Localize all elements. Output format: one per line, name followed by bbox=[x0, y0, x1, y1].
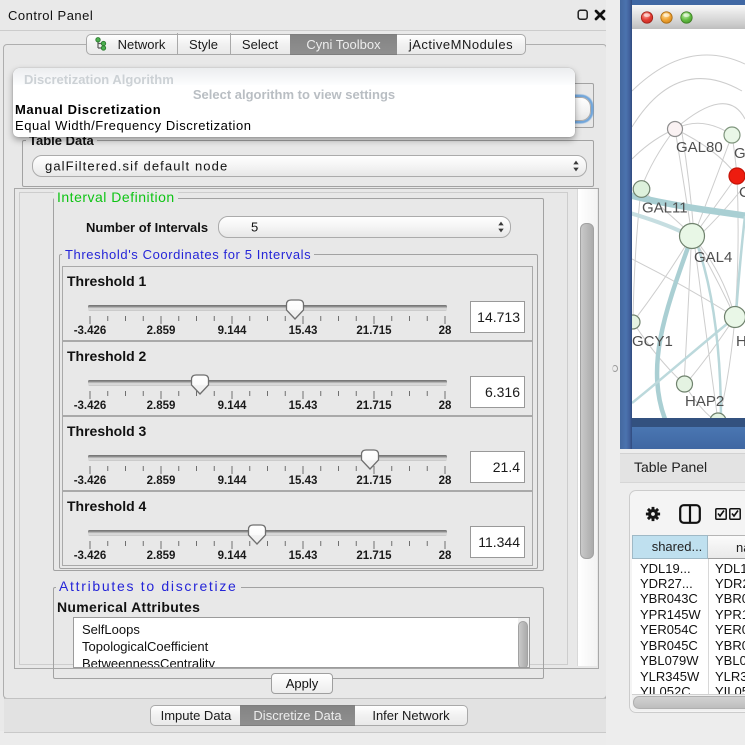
svg-text:9.144: 9.144 bbox=[218, 400, 247, 412]
svg-text:21.715: 21.715 bbox=[356, 550, 392, 562]
svg-text:GCY1: GCY1 bbox=[632, 333, 673, 350]
svg-text:15.43: 15.43 bbox=[289, 325, 318, 337]
svg-text:-3.426: -3.426 bbox=[74, 400, 107, 412]
svg-text:2.859: 2.859 bbox=[147, 550, 176, 562]
svg-text:-3.426: -3.426 bbox=[74, 475, 107, 487]
svg-text:H: H bbox=[736, 333, 745, 350]
svg-text:GA: GA bbox=[734, 145, 745, 162]
svg-text:28: 28 bbox=[439, 325, 452, 337]
svg-text:21.715: 21.715 bbox=[356, 325, 392, 337]
svg-text:GAL4: GAL4 bbox=[694, 249, 732, 266]
svg-text:2.859: 2.859 bbox=[147, 325, 176, 337]
svg-text:21.715: 21.715 bbox=[356, 400, 392, 412]
svg-text:-3.426: -3.426 bbox=[74, 550, 107, 562]
svg-text:15.43: 15.43 bbox=[289, 400, 318, 412]
svg-text:15.43: 15.43 bbox=[289, 475, 318, 487]
svg-text:9.144: 9.144 bbox=[218, 475, 247, 487]
svg-text:GAL80: GAL80 bbox=[676, 139, 723, 156]
svg-text:21.715: 21.715 bbox=[356, 475, 392, 487]
svg-text:9.144: 9.144 bbox=[218, 325, 247, 337]
svg-text:GAL11: GAL11 bbox=[642, 200, 688, 217]
svg-text:28: 28 bbox=[439, 475, 452, 487]
svg-text:28: 28 bbox=[439, 550, 452, 562]
svg-text:28: 28 bbox=[439, 400, 452, 412]
svg-text:-3.426: -3.426 bbox=[74, 325, 107, 337]
svg-text:2.859: 2.859 bbox=[147, 475, 176, 487]
svg-text:2.859: 2.859 bbox=[147, 400, 176, 412]
svg-text:15.43: 15.43 bbox=[289, 550, 318, 562]
svg-text:HAP2: HAP2 bbox=[685, 393, 724, 410]
svg-text:9.144: 9.144 bbox=[218, 550, 247, 562]
svg-text:CO: CO bbox=[739, 184, 745, 201]
